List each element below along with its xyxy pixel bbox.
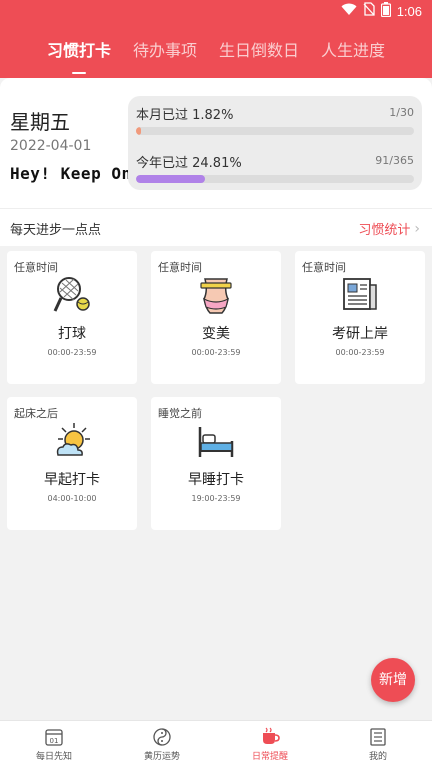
no-sim-icon <box>363 2 375 20</box>
nav-label: 我的 <box>368 752 387 762</box>
add-habit-button[interactable]: 新增 <box>371 658 415 702</box>
habit-name: 打球 <box>58 326 86 342</box>
nav-label: 黄历运势 <box>143 752 180 762</box>
habit-card-exam[interactable]: 任意时间 考研上岸 00:00-23:59 <box>295 251 425 384</box>
progress-box: 本月已过 1.82% 1/30 今年已过 24.81% 91/365 <box>128 96 422 190</box>
nav-daily-insight[interactable]: 01 每日先知 <box>0 721 108 768</box>
month-progress-label: 本月已过 1.82% <box>136 108 234 123</box>
nav-almanac[interactable]: 黄历运势 <box>108 721 216 768</box>
habit-tag: 任意时间 <box>158 261 202 274</box>
nav-label: 每日先知 <box>35 752 72 762</box>
habit-name: 早起打卡 <box>44 472 100 488</box>
section-title: 每天进步一点点 <box>10 223 102 238</box>
habit-tag: 任意时间 <box>302 261 346 274</box>
weekday: 星期五 <box>10 110 70 134</box>
bottom-nav: 01 每日先知 黄历运势 日常提醒 我的 <box>0 720 432 768</box>
motto: Hey! Keep On <box>10 164 132 183</box>
tennis-icon <box>52 275 92 315</box>
cup-icon <box>260 727 280 747</box>
habit-tag: 起床之后 <box>14 407 58 420</box>
status-time: 1:06 <box>396 3 422 19</box>
habit-time: 19:00-23:59 <box>191 494 241 503</box>
month-progress-count: 1/30 <box>389 106 414 119</box>
year-progress-track <box>136 175 414 183</box>
chevron-right-icon: › <box>414 220 420 237</box>
nav-profile[interactable]: 我的 <box>324 721 432 768</box>
habit-card-early-sleep[interactable]: 睡觉之前 早睡打卡 19:00-23:59 <box>151 397 281 530</box>
bed-icon <box>196 421 236 461</box>
section-header: 每天进步一点点 习惯统计 › <box>0 208 432 246</box>
date: 2022-04-01 <box>10 138 92 154</box>
svg-text:01: 01 <box>50 737 59 745</box>
calendar-icon: 01 <box>44 727 64 747</box>
nav-label: 日常提醒 <box>251 752 288 762</box>
habit-tag: 任意时间 <box>14 261 58 274</box>
habit-tag: 睡觉之前 <box>158 407 202 420</box>
sun-cloud-icon <box>52 421 92 461</box>
profile-icon <box>368 727 388 747</box>
month-progress-fill <box>136 127 142 135</box>
header: 1:06 习惯打卡 待办事项 生日倒数日 人生进度 <box>0 0 432 78</box>
habit-name: 考研上岸 <box>332 326 388 342</box>
wifi-icon <box>341 2 357 20</box>
habit-time: 04:00-10:00 <box>47 494 97 503</box>
yin-yang-icon <box>152 727 172 747</box>
habit-name: 早睡打卡 <box>188 472 244 488</box>
habit-card-early-rise[interactable]: 起床之后 早起打卡 04:00-10:00 <box>7 397 137 530</box>
habit-time: 00:00-23:59 <box>47 348 97 357</box>
tab-todo[interactable]: 待办事项 <box>133 38 197 68</box>
status-bar: 1:06 <box>341 0 422 22</box>
tab-habit-checkin[interactable]: 习惯打卡 <box>47 38 111 74</box>
habit-stats-label: 习惯统计 <box>358 223 411 238</box>
waist-measure-icon <box>196 275 236 315</box>
nav-daily-reminder[interactable]: 日常提醒 <box>216 721 324 768</box>
newspaper-icon <box>340 275 380 315</box>
habit-name: 变美 <box>202 326 230 342</box>
habit-time: 00:00-23:59 <box>191 348 241 357</box>
habit-stats-link[interactable]: 习惯统计 › <box>358 219 420 239</box>
summary-panel: 星期五 2022-04-01 Hey! Keep On 本月已过 1.82% 1… <box>0 78 432 208</box>
top-tabs: 习惯打卡 待办事项 生日倒数日 人生进度 <box>0 38 432 74</box>
battery-icon <box>380 1 391 21</box>
tab-life-progress[interactable]: 人生进度 <box>321 38 385 68</box>
habit-time: 00:00-23:59 <box>335 348 385 357</box>
habit-card-beauty[interactable]: 任意时间 变美 00:00-23:59 <box>151 251 281 384</box>
month-progress-track <box>136 127 414 135</box>
year-progress-label: 今年已过 24.81% <box>136 156 242 171</box>
year-progress-count: 91/365 <box>375 154 414 167</box>
year-progress-fill <box>136 175 205 183</box>
habit-card-ball[interactable]: 任意时间 打球 00:00-23:59 <box>7 251 137 384</box>
tab-birthday-countdown[interactable]: 生日倒数日 <box>219 38 299 68</box>
